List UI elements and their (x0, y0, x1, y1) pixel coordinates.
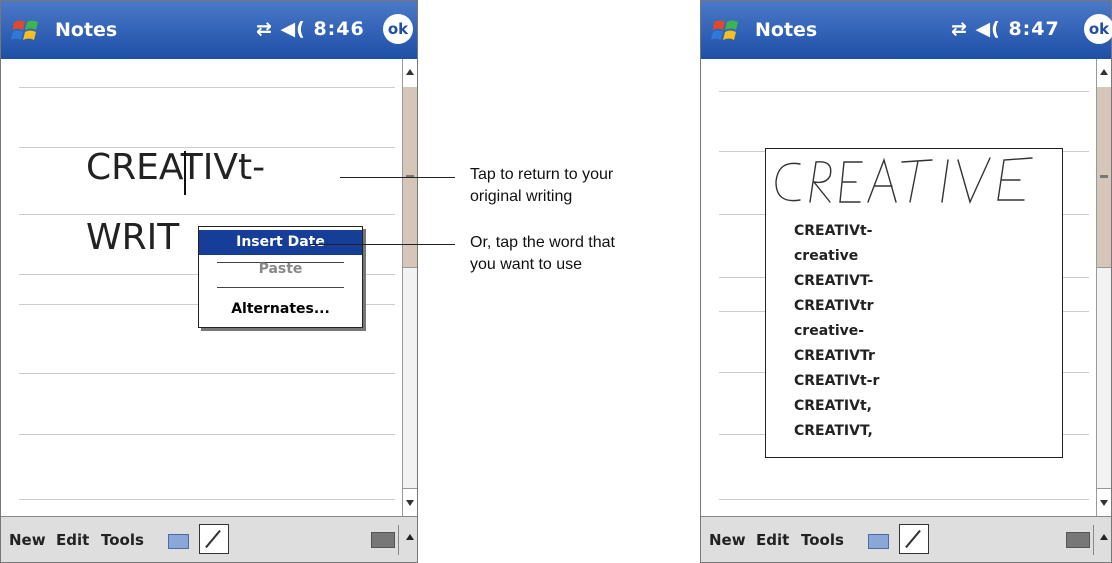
ruled-line (19, 434, 395, 435)
ruled-line (19, 373, 395, 374)
pocketpc-screen-1: Notes ⇄ ◀( 8:46 ok CREATIVt- WRIT Insert… (0, 0, 418, 563)
status-icons[interactable]: ⇄ ◀( 8:46 (256, 18, 365, 40)
callout-2-line-2: you want to use (470, 256, 583, 273)
windows-start-icon[interactable] (711, 16, 741, 46)
vertical-scrollbar[interactable] (1096, 59, 1111, 517)
menu-item-paste[interactable]: Paste (199, 257, 362, 282)
scroll-up-icon[interactable] (1097, 59, 1111, 88)
ruled-line (19, 499, 395, 500)
menu-item-alternates[interactable]: Alternates... (199, 297, 362, 322)
context-menu: Insert Date Paste Alternates... (198, 226, 363, 328)
input-selector-arrow-icon[interactable] (406, 534, 414, 540)
callout-1-line-2: original writing (470, 188, 573, 205)
title-bar: Notes ⇄ ◀( 8:47 ok (701, 1, 1112, 59)
menu-item-insert-date[interactable]: Insert Date (199, 230, 362, 255)
ruled-line (719, 91, 1089, 92)
menu-tools[interactable]: Tools (801, 531, 844, 549)
list-item[interactable]: CREATIVt-r (794, 369, 879, 394)
pen-icon[interactable] (899, 524, 929, 554)
keyboard-icon[interactable] (1066, 532, 1090, 548)
list-item[interactable]: CREATIVtr (794, 294, 879, 319)
callout-1: Tap to return to your original writing (470, 164, 613, 208)
recognized-text-line-2[interactable]: WRIT (86, 217, 179, 258)
scroll-thumb[interactable] (1097, 87, 1111, 268)
menu-edit[interactable]: Edit (56, 531, 89, 549)
vertical-scrollbar[interactable] (402, 59, 417, 517)
alternates-list: CREATIVt- creative CREATIVT- CREATIVtr c… (794, 219, 879, 444)
keyboard-icon[interactable] (371, 532, 395, 548)
menu-tools[interactable]: Tools (101, 531, 144, 549)
callout-line-1 (340, 177, 455, 178)
ruled-line (719, 499, 1089, 500)
app-title: Notes (755, 19, 818, 41)
list-item[interactable]: creative (794, 244, 879, 269)
app-title: Notes (55, 19, 118, 41)
pen-icon[interactable] (199, 524, 229, 554)
recorder-icon[interactable] (168, 534, 189, 549)
handwritten-ink-word[interactable] (770, 152, 1055, 212)
list-item[interactable]: CREATIVT, (794, 419, 879, 444)
callout-1-line-1: Tap to return to your (470, 166, 614, 183)
pocketpc-screen-2: Notes ⇄ ◀( 8:47 ok CREATIVt- creative CR… (700, 0, 1112, 563)
ok-button[interactable]: ok (383, 14, 413, 44)
menu-separator (217, 287, 344, 288)
list-item[interactable]: CREATIVTr (794, 344, 879, 369)
divider (1093, 525, 1094, 555)
title-bar: Notes ⇄ ◀( 8:46 ok (1, 1, 417, 59)
callout-2: Or, tap the word that you want to use (470, 232, 615, 276)
status-icons[interactable]: ⇄ ◀( 8:47 (951, 18, 1060, 40)
recognized-text-line-1[interactable]: CREATIVt- (86, 147, 265, 188)
scroll-up-icon[interactable] (403, 59, 417, 88)
list-item[interactable]: CREATIVT- (794, 269, 879, 294)
recorder-icon[interactable] (868, 534, 889, 549)
menu-new[interactable]: New (709, 531, 746, 549)
list-item[interactable]: creative- (794, 319, 879, 344)
divider (398, 525, 399, 555)
menu-new[interactable]: New (9, 531, 46, 549)
menu-bar: New Edit Tools (1, 516, 417, 562)
ok-button[interactable]: ok (1084, 14, 1112, 44)
windows-start-icon[interactable] (11, 16, 41, 46)
input-selector-arrow-icon[interactable] (1100, 534, 1108, 540)
callout-2-line-1: Or, tap the word that (470, 234, 615, 251)
menu-bar: New Edit Tools (701, 516, 1111, 562)
scroll-down-icon[interactable] (403, 488, 417, 517)
ruled-line (19, 214, 395, 215)
callout-line-2 (310, 244, 455, 245)
scroll-down-icon[interactable] (1097, 488, 1111, 517)
list-item[interactable]: CREATIVt- (794, 219, 879, 244)
ruled-line (19, 87, 395, 88)
alternates-popup: CREATIVt- creative CREATIVT- CREATIVtr c… (765, 148, 1063, 458)
menu-edit[interactable]: Edit (756, 531, 789, 549)
text-cursor (184, 151, 186, 195)
list-item[interactable]: CREATIVt, (794, 394, 879, 419)
